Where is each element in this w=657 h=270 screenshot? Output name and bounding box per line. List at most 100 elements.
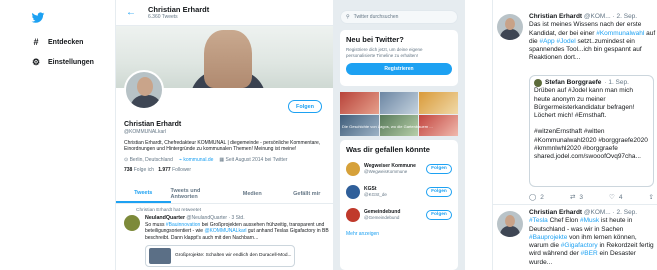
media-tile[interactable] [340,92,379,114]
tweet-author-avatar[interactable] [497,14,523,40]
hashtag-link[interactable]: #Musk [580,217,599,224]
like-button[interactable]: ♡ 4 [609,193,622,202]
quoted-tweet[interactable]: Stefan Borggraefe · 1. Sep. Drüben auf #… [529,75,654,187]
profile-handle: @KOMMUNALkarl [124,129,167,135]
tweet-text: So muss #Bauinnovation bei Großprojekten… [145,222,329,241]
suggestion-handle: @Gemeindebund [364,215,400,220]
profile-meta: ⊙ Berlin, Deutschland ⌁ kommunal.de ▦ Se… [124,157,329,163]
follow-button[interactable]: Folgen [426,186,452,197]
new-to-twitter-card: Neu bei Twitter? Registriere dich jetzt,… [340,30,458,86]
header-tweet-count: 6.360 Tweets [148,14,178,20]
follow-button[interactable]: Folgen [426,163,452,174]
nav-item-einstellungen[interactable]: ⚙ Einstellungen [30,57,94,68]
nav-item-label: Einstellungen [48,59,94,66]
tab-tweets-und-antworten[interactable]: Tweets und Antworten [171,184,226,203]
media-tile[interactable] [379,92,419,114]
mention-link[interactable]: @KOMMUNALkarl [204,228,246,234]
website-link[interactable]: ⌁ kommunal.de [179,157,213,163]
back-arrow-icon[interactable]: ← [126,7,136,18]
joined-date: ▦ Seit August 2014 bei Twitter [219,156,288,163]
show-more-link[interactable]: Mehr anzeigen [346,231,452,237]
tweet-author-name[interactable]: NeulandQuarter [145,215,185,221]
twitter-bird-icon[interactable] [31,11,45,25]
profile-bio: Christian Erhardt, Chefredakteur KOMMUNA… [124,140,321,153]
suggestion-logo [346,207,360,222]
card-description: Registriere dich jetzt, um deine eigene … [346,47,423,58]
share-button[interactable]: ⇪ [649,193,654,201]
followers-stat[interactable]: 1.977 Follower [158,167,191,173]
register-button[interactable]: Registrieren [346,63,452,75]
media-tile[interactable] [419,92,458,114]
retweet-button[interactable]: ⇄ 3 [569,193,583,202]
right-sidebar: ⚲ Twitter durchsuchen Neu bei Twitter? R… [334,0,465,270]
tweet-header: Christian Erhardt @KOM... · 2. Sep. [529,209,656,217]
profile-tabs: Tweets Tweets und Antworten Medien Gefäl… [116,184,334,204]
collage-caption: Die Geschichte von Lagos, wo die Gartenb… [342,124,433,129]
location: ⊙ Berlin, Deutschland [124,156,173,163]
tweet-handle-date: @KOM... · 2. Sep. [583,13,638,20]
tweet-divider [493,204,657,205]
tab-tweets[interactable]: Tweets [116,184,171,203]
quoted-author-name: Stefan Borggraefe [545,79,602,86]
tab-medien[interactable]: Medien [225,184,280,203]
retweeted-tweet[interactable]: Christian Erhardt hat retweetet NeulandQ… [124,208,330,267]
quoted-tweet-header: Stefan Borggraefe · 1. Sep. [534,79,649,88]
retweet-icon: ⇄ [569,194,576,201]
tweet[interactable]: Christian Erhardt @KOM... · 2. Sep. #Tes… [529,209,656,267]
suggestion-item[interactable]: Gemeindebund @Gemeindebund Folgen [346,206,452,223]
link-preview-card[interactable]: Großprojekte: Schalten wir endlich den D… [145,244,295,267]
search-input[interactable]: ⚲ Twitter durchsuchen [340,10,458,24]
suggestion-item[interactable]: KGSt @KGSt_de Folgen [346,183,452,200]
tweet-text: #Tesla Chef Elon #Musk ist heute in Deut… [529,217,654,266]
retweeted-by-label: Christian Erhardt hat retweetet [136,208,202,213]
suggestion-handle: @WegweisKommune [364,169,408,174]
suggestion-handle: @KGSt_de [364,192,387,197]
header-name: Christian Erhardt [148,5,210,14]
tweet-text: Das ist meines Wissens nach der erste Ka… [529,21,656,62]
follow-button[interactable]: Folgen [288,100,322,113]
banner-portrait-face [204,30,252,88]
tweet-handle-date: @KOM... · 2. Sep. [583,209,638,216]
profile-name: Christian Erhardt [124,121,182,128]
quoted-author-avatar [534,79,542,88]
card-title: Was dir gefallen könnte [346,145,430,154]
hashtag-link[interactable]: #BER [581,250,598,257]
nav-item-entdecken[interactable]: # Entdecken [30,37,83,47]
hashtag-link[interactable]: #App [539,38,554,45]
profile-header: ← Christian Erhardt 6.360 Tweets [116,0,333,26]
who-to-follow-card: Was dir gefallen könnte Wegweiser Kommun… [340,140,458,270]
hashtag-link[interactable]: #Kommunalwahl [596,30,644,37]
reply-button[interactable]: ◯ 2 [529,193,544,202]
quoted-tweet-hashtags: #witzenErnsthaft #witten #Kommunalwahl20… [534,128,648,161]
tweet-author-name[interactable]: Christian Erhardt [529,13,582,20]
hashtag-link[interactable]: #Gigafactory [561,242,598,249]
twitter-profile-screenshot: # Entdecken ⚙ Einstellungen ← Christian … [0,0,465,270]
suggestion-logo [346,184,360,199]
follow-button[interactable]: Folgen [426,209,452,220]
tab-gefaellt-mir[interactable]: Gefällt mir [280,184,334,203]
card-title: Neu bei Twitter? [346,35,404,44]
nav-item-label: Entdecken [48,38,84,46]
tweet-author-avatar[interactable] [124,215,140,231]
profile-stats: 738 Folge ich 1.977 Follower [124,167,329,173]
hashtag-link[interactable]: #Jodel [556,38,575,45]
left-navigation: # Entdecken ⚙ Einstellungen [0,0,116,270]
profile-avatar[interactable] [124,70,164,110]
following-stat[interactable]: 738 Folge ich [124,167,154,173]
mobile-timeline-screenshot: Christian Erhardt @KOM... · 2. Sep. Das … [492,0,657,270]
share-icon: ⇪ [648,194,654,201]
hashtag-link[interactable]: #Bauinnovation [166,222,200,228]
reply-icon: ◯ [529,194,537,201]
hashtag-link[interactable]: #Bauprojekte [529,234,567,241]
profile-column: ← Christian Erhardt 6.360 Tweets Folgen … [116,0,334,270]
search-icon: ⚲ [346,14,350,20]
suggestion-item[interactable]: Wegweiser Kommune @WegweisKommune Folgen [346,160,452,177]
tweet-author-avatar[interactable] [497,211,523,237]
link-thumbnail [149,247,171,264]
profile-info: Christian Erhardt @KOMMUNALkarl Christia… [124,121,329,173]
hashtag-link[interactable]: #Tesla [529,217,548,224]
tweet[interactable]: Christian Erhardt @KOM... · 2. Sep. Das … [529,13,656,63]
hashtag-icon: # [33,37,39,47]
tweet-author-name[interactable]: Christian Erhardt [529,209,582,216]
tweet-header: Christian Erhardt @KOM... · 2. Sep. [529,13,656,21]
